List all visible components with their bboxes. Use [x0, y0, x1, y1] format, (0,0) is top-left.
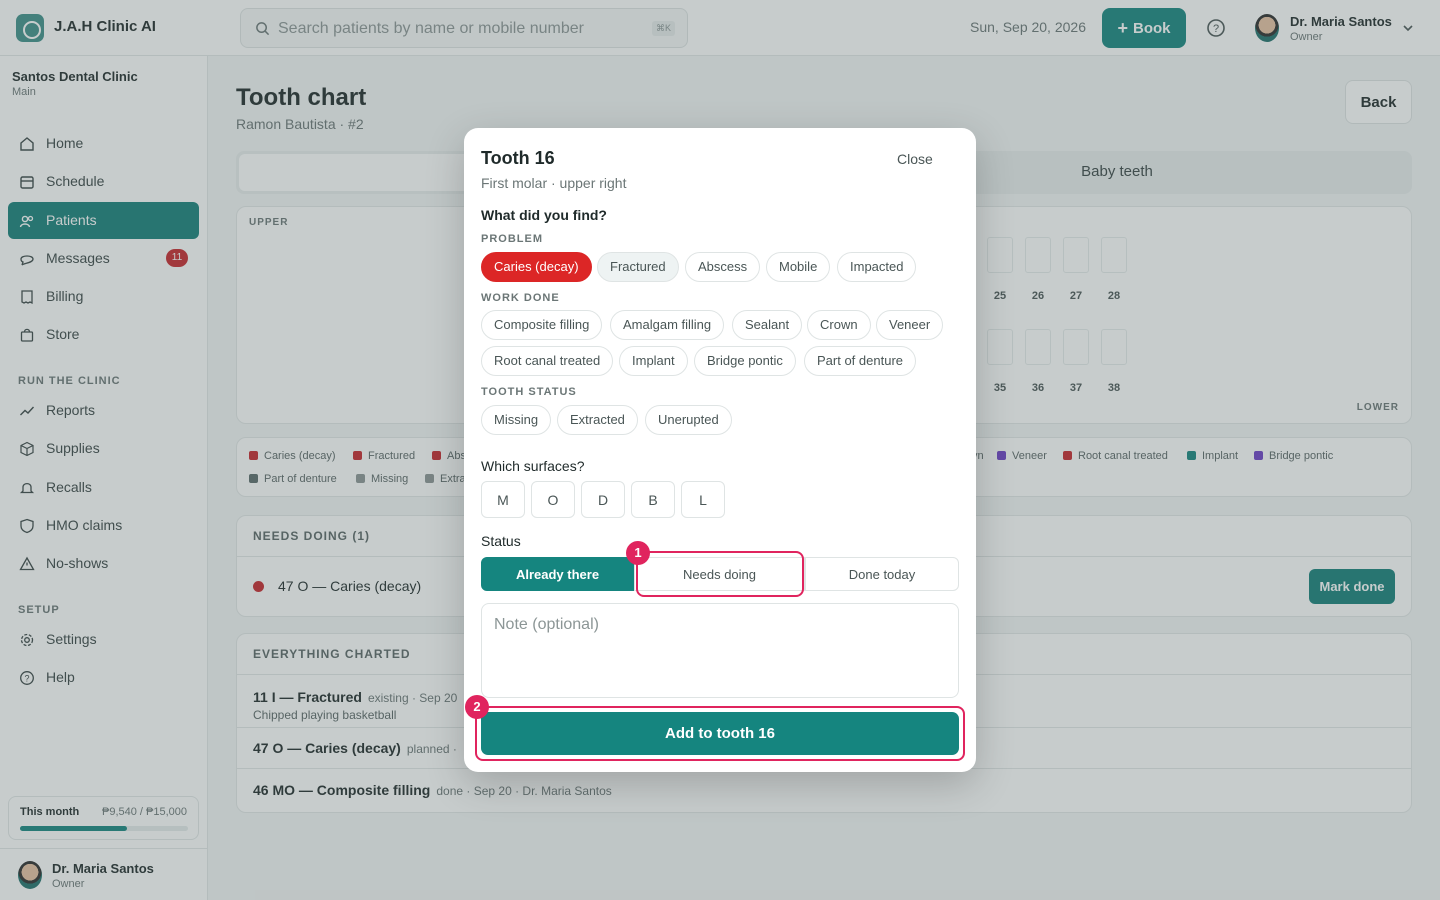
- chip-unerupted[interactable]: Unerupted: [645, 405, 732, 435]
- tooth-status-label: TOOTH STATUS: [481, 386, 577, 398]
- chip-implant[interactable]: Implant: [619, 346, 688, 376]
- chip-fractured[interactable]: Fractured: [597, 252, 679, 282]
- chip-missing[interactable]: Missing: [481, 405, 552, 435]
- surface-m-button[interactable]: M: [481, 481, 525, 518]
- chip-impacted[interactable]: Impacted: [837, 252, 917, 282]
- status-done-today[interactable]: Done today: [805, 557, 959, 591]
- chip-veneer[interactable]: Veneer: [876, 310, 944, 340]
- find-question: What did you find?: [481, 207, 607, 223]
- problem-label: PROBLEM: [481, 233, 543, 245]
- status-needs-doing[interactable]: Needs doing: [634, 557, 805, 591]
- chip-caries[interactable]: Caries (decay): [481, 252, 592, 282]
- chip-crown[interactable]: Crown: [807, 310, 871, 340]
- chip-part-of-denture[interactable]: Part of denture: [804, 346, 916, 376]
- chip-bridge-pontic[interactable]: Bridge pontic: [694, 346, 796, 376]
- note-field[interactable]: [481, 603, 959, 698]
- surface-b-button[interactable]: B: [631, 481, 675, 518]
- dialog-title: Tooth 16: [481, 148, 555, 168]
- chip-root-canal[interactable]: Root canal treated: [481, 346, 614, 376]
- status-label: Status: [481, 533, 521, 549]
- surfaces-question: Which surfaces?: [481, 458, 585, 474]
- surface-o-button[interactable]: O: [531, 481, 575, 518]
- tooth-dialog: Tooth 16 First molar · upper right Close…: [464, 128, 976, 772]
- surface-d-button[interactable]: D: [581, 481, 625, 518]
- chip-extracted[interactable]: Extracted: [557, 405, 638, 435]
- work-done-label: WORK DONE: [481, 292, 560, 304]
- add-to-tooth-button[interactable]: Add to tooth 16: [481, 712, 959, 755]
- surface-l-button[interactable]: L: [681, 481, 725, 518]
- step-marker-1: 1: [626, 541, 650, 565]
- chip-abscess[interactable]: Abscess: [685, 252, 761, 282]
- close-button[interactable]: Close: [897, 151, 933, 167]
- dialog-subtitle: First molar · upper right: [481, 175, 627, 191]
- step-marker-2: 2: [465, 695, 489, 719]
- status-already-there[interactable]: Already there: [481, 557, 634, 591]
- chip-mobile[interactable]: Mobile: [766, 252, 831, 282]
- chip-amalgam-filling[interactable]: Amalgam filling: [610, 310, 725, 340]
- chip-composite-filling[interactable]: Composite filling: [481, 310, 603, 340]
- chip-sealant[interactable]: Sealant: [732, 310, 803, 340]
